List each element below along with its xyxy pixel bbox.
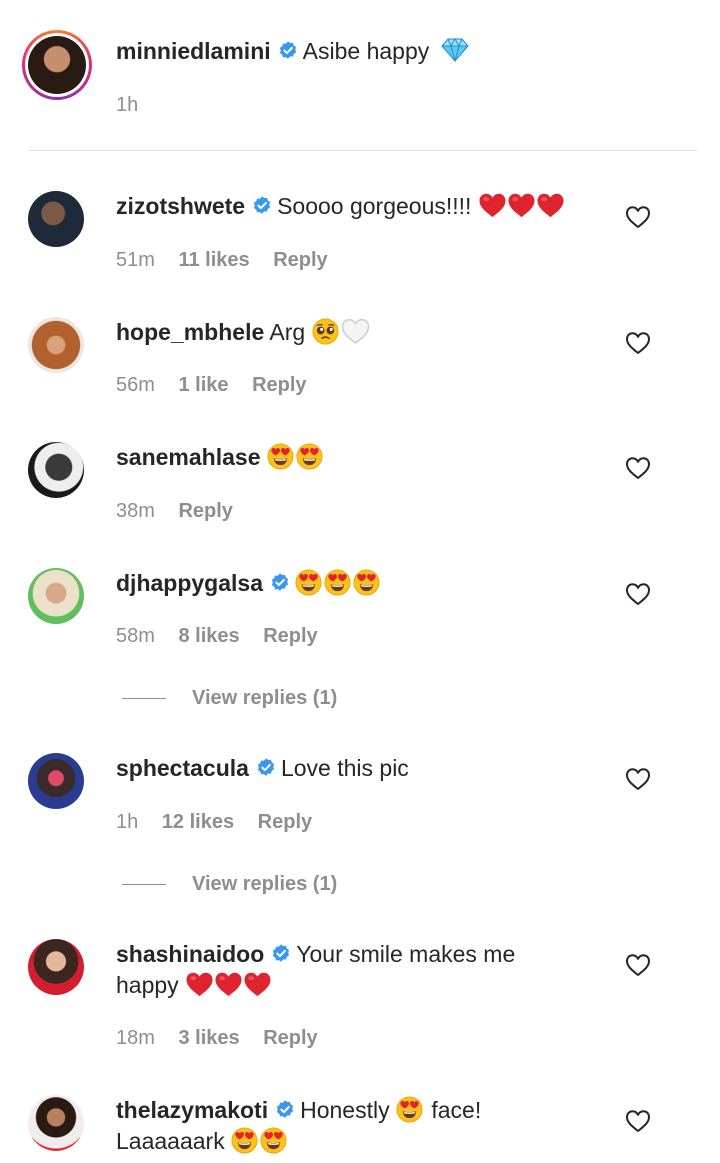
comment-username[interactable]: hope_mbhele <box>116 319 264 345</box>
verified-badge-icon <box>277 40 299 62</box>
like-heart-icon[interactable] <box>625 953 651 977</box>
heart-eyes-icon <box>353 569 380 596</box>
like-heart-icon[interactable] <box>625 582 651 606</box>
comment-text: Your smile makes me <box>296 941 516 967</box>
comment-likes[interactable]: 11 likes <box>178 249 249 271</box>
avatar[interactable] <box>28 442 84 498</box>
comment-text-line2: happy <box>116 972 179 998</box>
comment-text: Soooo gorgeous!!!! <box>277 193 472 219</box>
red-heart-icon <box>536 192 565 219</box>
comment-text-cont: face! <box>431 1097 482 1123</box>
avatar[interactable] <box>28 191 84 247</box>
red-heart-icon <box>478 192 507 219</box>
caption-username[interactable]: minniedlamini <box>116 38 271 64</box>
comment-text: Arg <box>269 319 306 345</box>
like-heart-icon[interactable] <box>625 1109 651 1133</box>
avatar[interactable] <box>28 568 84 624</box>
comment-username[interactable]: djhappygalsa <box>116 570 263 596</box>
reply-button[interactable]: Reply <box>252 374 306 396</box>
like-heart-icon[interactable] <box>625 456 651 480</box>
verified-badge-icon <box>255 757 277 779</box>
reply-button[interactable]: Reply <box>263 1027 317 1049</box>
avatar[interactable] <box>28 939 84 995</box>
avatar[interactable] <box>28 36 86 94</box>
like-heart-icon[interactable] <box>625 331 651 355</box>
avatar[interactable] <box>28 317 84 373</box>
like-heart-icon[interactable] <box>625 205 651 229</box>
view-replies-button[interactable]: View replies (1) <box>122 873 337 896</box>
comment-text: Love this pic <box>280 755 409 781</box>
comment-likes[interactable]: 12 likes <box>162 811 234 833</box>
comment-likes[interactable]: 3 likes <box>178 1027 239 1049</box>
comment-text-line2: Laaaaaark <box>116 1128 225 1154</box>
red-heart-icon <box>214 971 243 998</box>
comment-username[interactable]: sphectacula <box>116 755 249 781</box>
red-heart-icon <box>243 971 272 998</box>
comment-username[interactable]: shashinaidoo <box>116 941 264 967</box>
comment-text: Honestly <box>300 1097 390 1123</box>
white-heart-icon <box>341 318 370 345</box>
avatar[interactable] <box>28 1095 84 1151</box>
gem-icon <box>440 37 470 63</box>
red-heart-icon <box>507 192 536 219</box>
pleading-face-icon <box>312 318 339 345</box>
comment-likes[interactable]: 1 like <box>178 374 228 396</box>
verified-badge-icon <box>269 572 291 594</box>
comment-time: 38m <box>116 500 155 522</box>
reply-button[interactable]: Reply <box>263 625 317 647</box>
like-heart-icon[interactable] <box>625 767 651 791</box>
heart-eyes-icon <box>295 569 322 596</box>
post-caption: minniedlamini Asibe happy 1h <box>0 0 720 152</box>
verified-badge-icon <box>251 195 273 217</box>
comment-username[interactable]: zizotshwete <box>116 193 245 219</box>
verified-badge-icon <box>274 1099 296 1121</box>
comment-time: 18m <box>116 1027 155 1049</box>
caption-time: 1h <box>116 94 139 116</box>
avatar[interactable] <box>28 753 84 809</box>
comment-time: 56m <box>116 374 155 396</box>
heart-eyes-icon <box>324 569 351 596</box>
comment-time: 58m <box>116 625 155 647</box>
view-replies-button[interactable]: View replies (1) <box>122 687 337 710</box>
heart-eyes-icon <box>396 1096 423 1123</box>
heart-eyes-icon <box>267 443 294 470</box>
comment-time: 1h <box>116 811 139 833</box>
caption-text: Asibe happy <box>302 38 430 64</box>
red-heart-icon <box>185 971 214 998</box>
replies-line <box>122 698 166 700</box>
comment-username[interactable]: sanemahlase <box>116 444 260 470</box>
heart-eyes-icon <box>260 1127 287 1154</box>
reply-button[interactable]: Reply <box>273 249 327 271</box>
story-ring[interactable] <box>22 30 92 100</box>
divider <box>28 150 698 151</box>
reply-button[interactable]: Reply <box>258 811 312 833</box>
comment-time: 51m <box>116 249 155 271</box>
verified-badge-icon <box>270 943 292 965</box>
heart-eyes-icon <box>296 443 323 470</box>
comment-username[interactable]: thelazymakoti <box>116 1097 268 1123</box>
heart-eyes-icon <box>231 1127 258 1154</box>
replies-line <box>122 884 166 886</box>
comment-likes[interactable]: 8 likes <box>178 625 239 647</box>
reply-button[interactable]: Reply <box>178 500 232 522</box>
